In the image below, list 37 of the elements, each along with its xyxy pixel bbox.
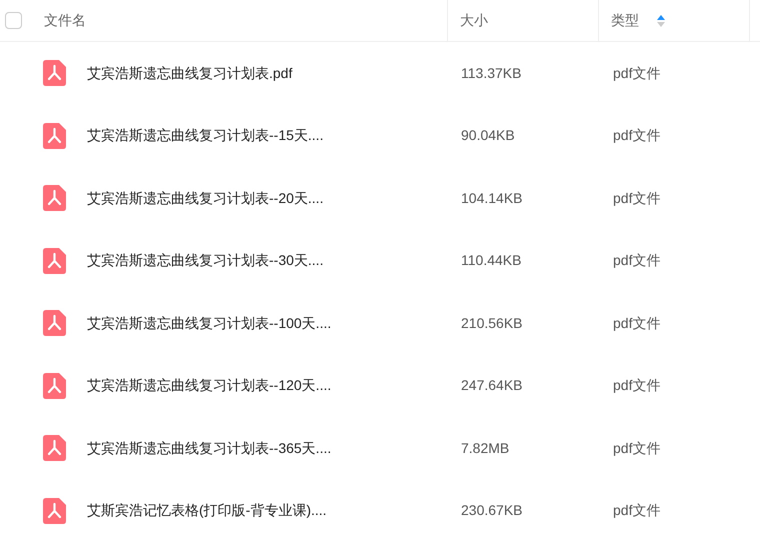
- pdf-file-icon: [43, 122, 66, 149]
- file-type: pdf文件: [613, 501, 660, 520]
- file-name[interactable]: 艾斯宾浩记忆表格(打印版-背专业课)....: [87, 500, 461, 522]
- file-size: 247.64KB: [461, 376, 524, 396]
- file-name[interactable]: 艾宾浩斯遗忘曲线复习计划表--120天....: [87, 375, 461, 396]
- file-name[interactable]: 艾宾浩斯遗忘曲线复习计划表--20天....: [87, 188, 461, 209]
- file-type: pdf文件: [613, 438, 660, 458]
- pdf-file-icon: [43, 435, 66, 462]
- file-name[interactable]: 艾宾浩斯遗忘曲线复习计划表--30天....: [87, 250, 461, 272]
- file-type: pdf文件: [613, 64, 660, 83]
- file-size: 104.14KB: [461, 188, 524, 208]
- file-name[interactable]: 艾宾浩斯遗忘曲线复习计划表.pdf: [87, 62, 461, 84]
- pdf-file-icon: [43, 60, 66, 86]
- file-size: 90.04KB: [461, 126, 516, 146]
- file-type: pdf文件: [613, 188, 660, 208]
- file-name[interactable]: 艾宾浩斯遗忘曲线复习计划表--100天....: [87, 312, 461, 334]
- file-size: 210.56KB: [461, 314, 524, 333]
- pdf-file-icon: [43, 248, 66, 274]
- file-size: 110.44KB: [461, 251, 522, 270]
- column-header[interactable]: 类型: [611, 10, 639, 31]
- column-header[interactable]: 大小: [460, 10, 488, 31]
- pdf-file-icon: [43, 372, 66, 399]
- column-header[interactable]: 文件名: [44, 10, 86, 31]
- pdf-file-icon: [43, 310, 66, 336]
- file-type: pdf文件: [613, 314, 660, 333]
- file-type: pdf文件: [613, 251, 660, 270]
- file-size: 230.67KB: [461, 501, 524, 520]
- pdf-file-icon: [43, 185, 66, 212]
- file-type: pdf文件: [613, 376, 660, 396]
- file-type: pdf文件: [613, 126, 660, 146]
- sort-icon[interactable]: [657, 14, 665, 28]
- file-name[interactable]: 艾宾浩斯遗忘曲线复习计划表--365天....: [87, 438, 461, 459]
- file-size: 113.37KB: [461, 64, 522, 83]
- file-size: 7.82MB: [461, 438, 510, 458]
- pdf-file-icon: [43, 498, 66, 524]
- file-name[interactable]: 艾宾浩斯遗忘曲线复习计划表--15天....: [87, 125, 461, 146]
- select-all-checkbox[interactable]: [5, 12, 22, 29]
